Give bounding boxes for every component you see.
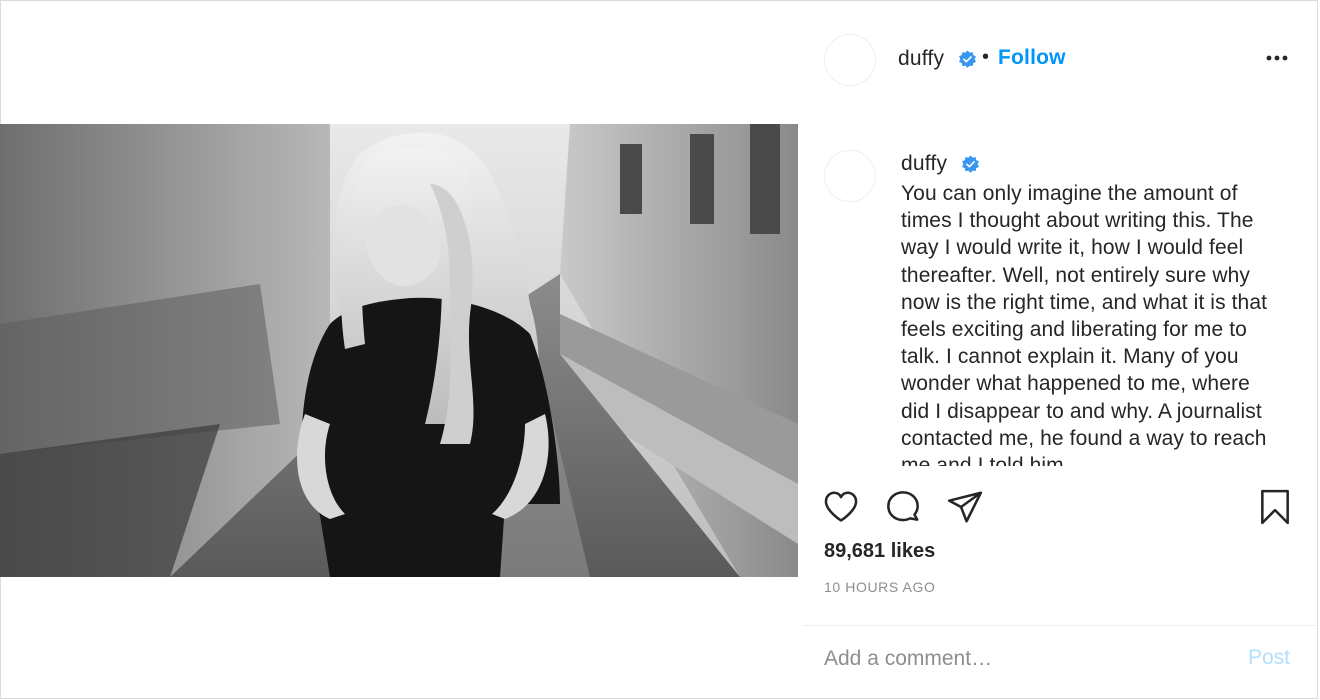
share-button[interactable] bbox=[946, 488, 984, 526]
header-separator: • bbox=[982, 46, 990, 68]
caption-username[interactable]: duffy bbox=[901, 152, 947, 176]
verified-badge-icon bbox=[959, 50, 976, 68]
caption-avatar[interactable] bbox=[824, 150, 876, 202]
more-options-icon[interactable] bbox=[1264, 48, 1290, 68]
author-username[interactable]: duffy bbox=[898, 47, 944, 71]
comment-button[interactable] bbox=[884, 488, 922, 526]
author-avatar[interactable] bbox=[824, 34, 876, 86]
comment-bubble-icon bbox=[887, 491, 919, 522]
comment-input[interactable] bbox=[824, 644, 1224, 674]
post-photo[interactable] bbox=[0, 124, 798, 577]
caption-text: You can only imagine the amount of times… bbox=[901, 182, 1268, 466]
bookmark-icon bbox=[1261, 489, 1289, 525]
follow-button[interactable]: Follow bbox=[998, 46, 1066, 70]
save-button[interactable] bbox=[1256, 488, 1294, 526]
likes-count[interactable]: 89,681 likes bbox=[824, 540, 935, 563]
heart-icon bbox=[824, 491, 858, 522]
photo-image bbox=[0, 124, 798, 577]
verified-badge-icon bbox=[962, 155, 979, 173]
caption-section: duffy You can only imagine the amount of… bbox=[822, 148, 1296, 466]
paper-plane-icon bbox=[947, 491, 983, 523]
post-timestamp[interactable]: 10 HOURS AGO bbox=[824, 579, 935, 595]
action-bar bbox=[822, 484, 1296, 532]
comment-bar: Post bbox=[802, 625, 1316, 697]
post-comment-button[interactable]: Post bbox=[1248, 646, 1290, 670]
post-header: duffy • Follow bbox=[822, 32, 1296, 86]
like-button[interactable] bbox=[822, 488, 860, 526]
